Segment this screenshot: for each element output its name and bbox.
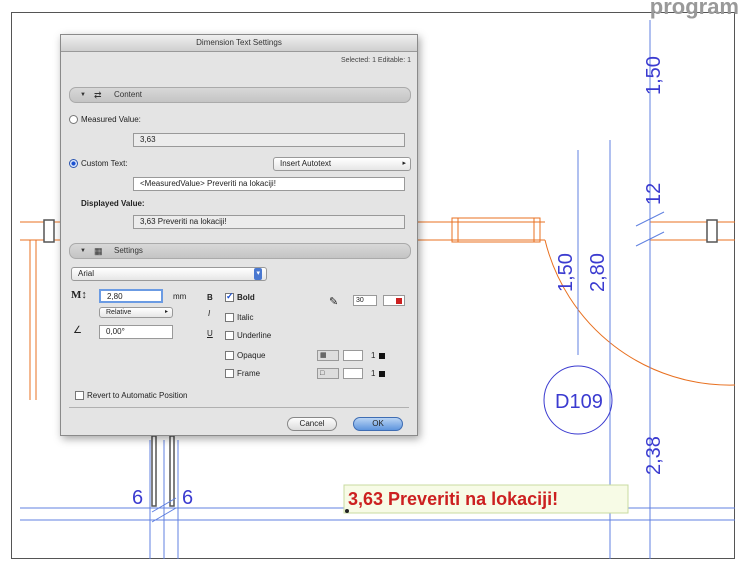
insert-autotext-label: Insert Autotext xyxy=(280,159,332,168)
frame-checkbox[interactable] xyxy=(225,369,234,378)
pen-number-field[interactable]: 30 xyxy=(353,295,377,306)
popup-arrow-icon: ▸ xyxy=(164,309,168,315)
custom-text-radio[interactable] xyxy=(69,159,78,168)
content-icon: ⇄ xyxy=(94,90,102,100)
frame-style-icon[interactable]: □ xyxy=(317,368,339,379)
underline-label: Underline xyxy=(237,331,272,340)
font-popup-arrow-icon: ▾ xyxy=(254,268,262,280)
dim-text-6-left: 6 xyxy=(132,487,143,509)
dim-text-6-right: 6 xyxy=(182,487,193,509)
cancel-button[interactable]: Cancel xyxy=(287,417,337,431)
dim-text-238: 2,38 xyxy=(643,436,665,475)
selection-info: Selected: 1 Editable: 1 xyxy=(340,57,411,64)
dim-text-150-mid: 1,50 xyxy=(555,253,577,292)
opaque-checkbox[interactable] xyxy=(225,351,234,360)
font-popup[interactable]: Arial ▾ xyxy=(71,267,267,281)
content-section-label: Content xyxy=(114,90,143,99)
opaque-pen-field[interactable] xyxy=(343,350,363,361)
dim-text-280: 2,80 xyxy=(587,253,609,292)
dim-text-anchor xyxy=(345,509,349,513)
pen-color-field[interactable] xyxy=(383,295,405,306)
revert-position-label: Revert to Automatic Position xyxy=(87,391,188,400)
dimension-text-settings-dialog: Dimension Text Settings Selected: 1 Edit… xyxy=(60,34,418,436)
displayed-value-label: Displayed Value: xyxy=(81,199,145,208)
text-size-unit: mm xyxy=(173,292,187,301)
pen-icon: ✎ xyxy=(329,296,339,308)
measured-value-field: 3,63 xyxy=(133,133,405,147)
screenshot-frame: program 1,50 12 1,50 2,80 2,38 D109 6 6 … xyxy=(0,0,743,569)
underline-checkbox[interactable] xyxy=(225,331,234,340)
dialog-divider xyxy=(69,407,409,408)
font-name: Arial xyxy=(78,269,95,278)
ok-button[interactable]: OK xyxy=(353,417,403,431)
frame-pen-value: 1 xyxy=(371,369,376,378)
underline-glyph: U xyxy=(207,329,213,338)
frame-pen-swatch[interactable] xyxy=(379,371,385,377)
dim-text-result: 3,63 Preveriti na lokaciji! xyxy=(348,489,558,509)
settings-section-label: Settings xyxy=(114,246,143,255)
dialog-title[interactable]: Dimension Text Settings xyxy=(61,35,417,52)
bold-glyph: B xyxy=(207,293,213,302)
settings-section-header[interactable]: ▼ ▦ Settings xyxy=(69,243,411,259)
measured-value-label: Measured Value: xyxy=(81,115,141,124)
opaque-pen-value: 1 xyxy=(371,351,376,360)
angle-field[interactable]: 0,00° xyxy=(99,325,173,339)
italic-glyph: I xyxy=(208,309,211,318)
content-section-header[interactable]: ▼ ⇄ Content xyxy=(69,87,411,103)
disclosure-triangle-icon[interactable]: ▼ xyxy=(80,244,86,258)
relative-label: Relative xyxy=(106,309,132,316)
disclosure-triangle-icon[interactable]: ▼ xyxy=(80,88,86,102)
displayed-value-field: 3,63 Preveriti na lokaciji! xyxy=(133,215,405,229)
dim-text-150-top: 1,50 xyxy=(643,56,665,95)
opaque-label: Opaque xyxy=(237,351,266,360)
text-size-field[interactable]: 2,80 xyxy=(99,289,163,303)
frame-label: Frame xyxy=(237,369,261,378)
angle-icon: ∠ xyxy=(73,325,82,336)
bold-label: Bold xyxy=(237,293,255,302)
insert-autotext-popup[interactable]: Insert Autotext ▸ xyxy=(273,157,411,171)
italic-label: Italic xyxy=(237,313,254,322)
revert-position-checkbox[interactable] xyxy=(75,391,84,400)
custom-text-label: Custom Text: xyxy=(81,159,128,168)
bold-checkbox[interactable] xyxy=(225,291,234,302)
relative-popup[interactable]: Relative ▸ xyxy=(99,307,173,318)
popup-arrow-icon: ▸ xyxy=(402,160,406,167)
dim-text-12: 12 xyxy=(643,183,665,205)
italic-checkbox[interactable] xyxy=(225,313,234,322)
opaque-pen-swatch[interactable] xyxy=(379,353,385,359)
settings-icon: ▦ xyxy=(94,246,103,256)
door-tag-label: D109 xyxy=(555,391,603,413)
custom-text-field[interactable]: <MeasuredValue> Preveriti na lokaciji! xyxy=(133,177,405,191)
text-size-icon: M↕ xyxy=(71,289,87,301)
opaque-fill-icon[interactable]: ▦ xyxy=(317,350,339,361)
measured-value-radio[interactable] xyxy=(69,115,78,124)
pen-color-swatch xyxy=(396,298,402,304)
frame-pen-field[interactable] xyxy=(343,368,363,379)
